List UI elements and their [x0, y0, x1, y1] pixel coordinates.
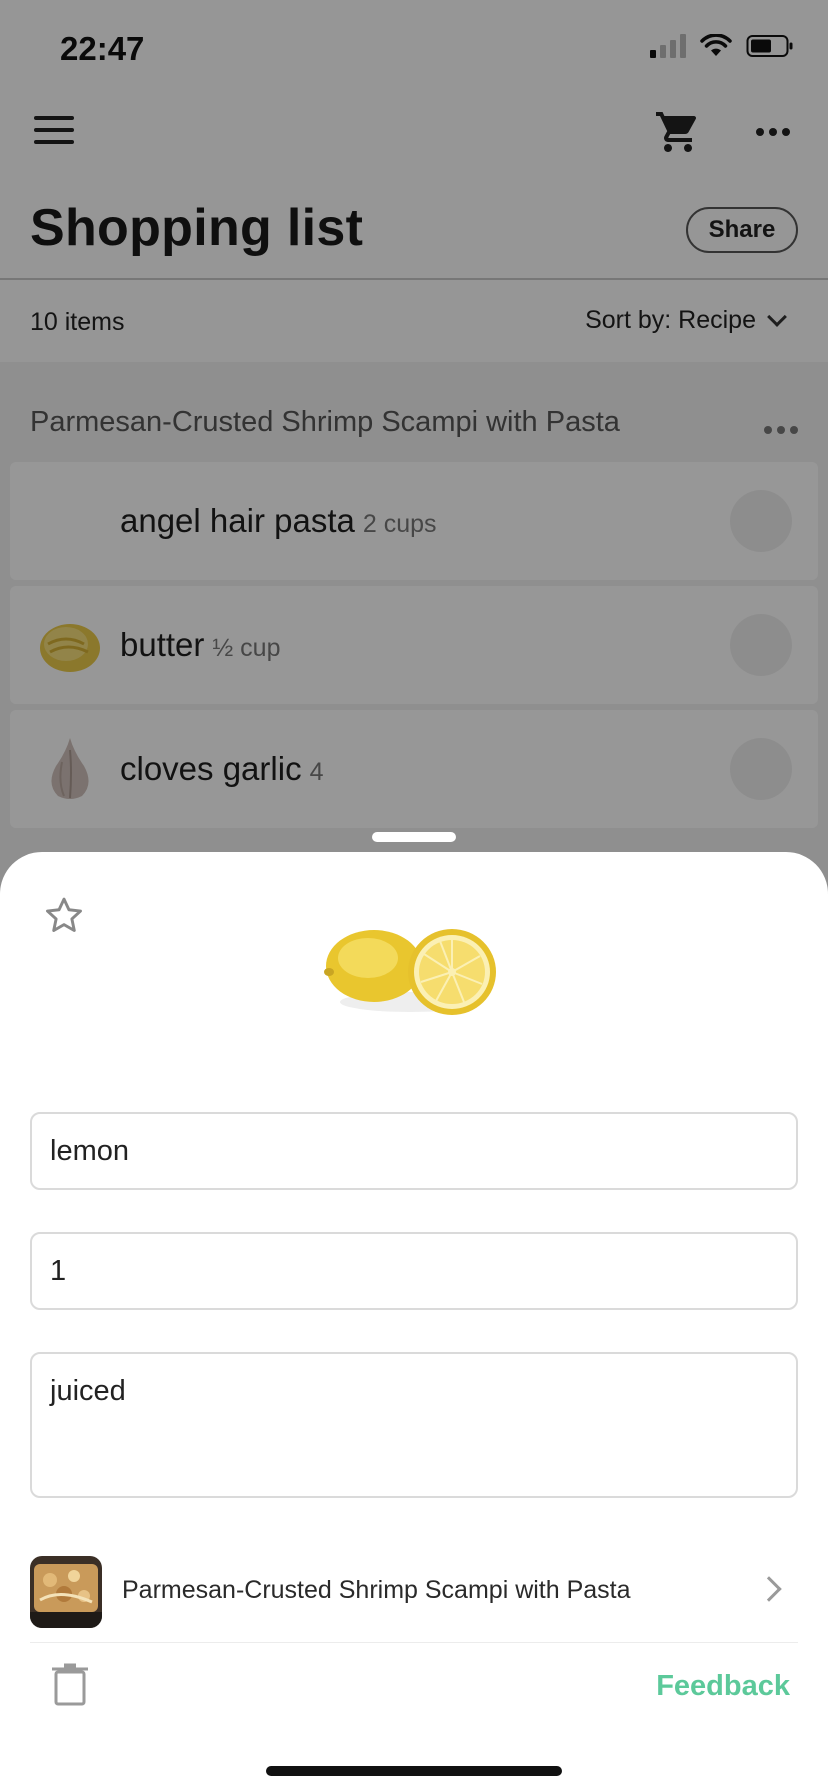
feedback-button[interactable]: Feedback: [656, 1670, 790, 1703]
item-name-input[interactable]: [30, 1112, 798, 1190]
chevron-right-icon: [756, 1576, 782, 1602]
star-icon[interactable]: [42, 894, 86, 938]
sheet-divider: [30, 1642, 798, 1643]
item-notes-input[interactable]: juiced: [30, 1352, 798, 1498]
trash-icon[interactable]: [50, 1662, 90, 1706]
home-indicator: [266, 1766, 562, 1776]
item-quantity-input[interactable]: [30, 1232, 798, 1310]
sheet-drag-handle[interactable]: [372, 832, 456, 842]
lemon-image: [324, 929, 496, 1015]
item-edit-sheet: juiced Parmesan-Crusted Shrimp Scampi wi…: [0, 852, 828, 1792]
recipe-link[interactable]: Parmesan-Crusted Shrimp Scampi with Past…: [0, 1542, 828, 1642]
recipe-link-label: Parmesan-Crusted Shrimp Scampi with Past…: [122, 1576, 631, 1604]
recipe-thumbnail: [30, 1556, 102, 1628]
